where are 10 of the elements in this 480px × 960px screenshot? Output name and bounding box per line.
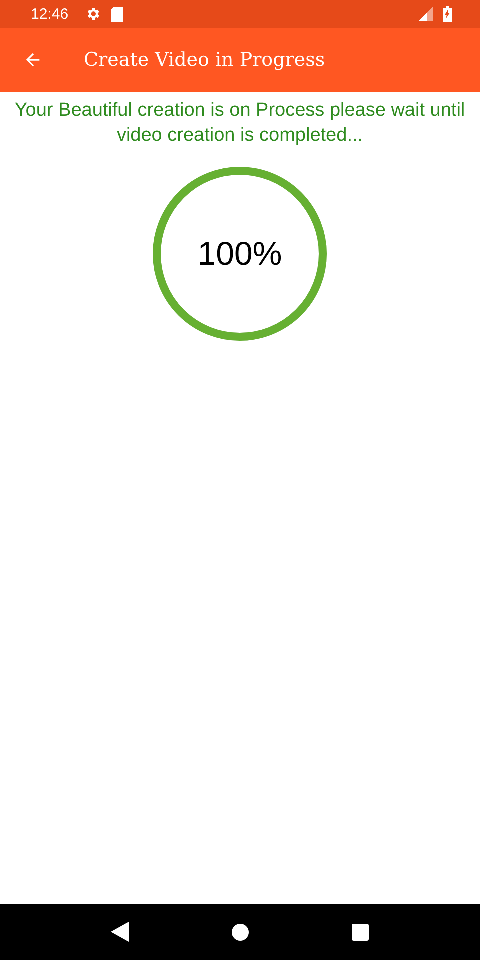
progress-message: Your Beautiful creation is on Process please wait until video creation is completed... xyxy=(14,99,466,148)
progress-percent: 100% xyxy=(196,236,284,272)
battery-icon xyxy=(443,6,452,22)
signal-icon xyxy=(419,7,433,21)
status-time: 12:46 xyxy=(31,6,69,22)
screen-title: Create Video in Progress xyxy=(84,49,326,71)
recents-nav-icon[interactable] xyxy=(352,924,369,940)
home-nav-icon[interactable] xyxy=(232,924,249,940)
sd-card-icon xyxy=(110,6,123,22)
back-nav-icon[interactable] xyxy=(111,922,130,942)
